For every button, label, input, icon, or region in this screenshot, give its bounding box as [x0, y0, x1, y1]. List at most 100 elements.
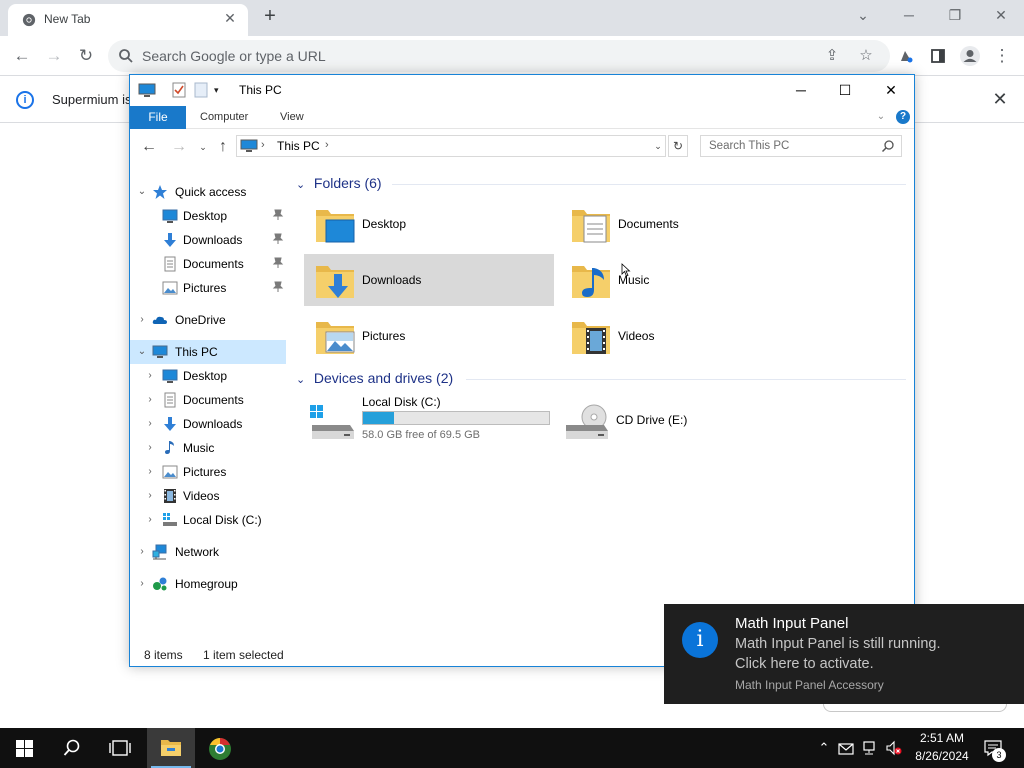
chevron-right-icon[interactable]: ›	[144, 393, 156, 407]
sidebar-item-quick-access[interactable]: ⌄ Quick access	[130, 180, 286, 204]
folder-tile-music[interactable]: Music	[560, 254, 810, 306]
up-arrow-icon[interactable]: ↑	[214, 138, 232, 156]
sidebar-item-qa-downloads[interactable]: Downloads	[130, 228, 286, 252]
help-icon[interactable]: ?	[896, 110, 910, 124]
tab-search-icon[interactable]: ⌄	[848, 4, 878, 26]
sidebar-item-qa-desktop[interactable]: Desktop	[130, 204, 286, 228]
sidebar-item-qa-documents[interactable]: Documents	[130, 252, 286, 276]
clock-date[interactable]: 8/26/2024	[910, 749, 974, 763]
side-panel-icon[interactable]	[926, 44, 950, 68]
infobar-close-icon[interactable]: ✕	[990, 89, 1010, 109]
folders-group-header[interactable]: ⌄ Folders (6)	[296, 175, 382, 191]
restore-icon[interactable]: ❐	[940, 4, 970, 26]
tab-new-tab[interactable]: New Tab ✕	[8, 4, 248, 36]
address-location[interactable]: This PC	[277, 139, 320, 153]
search-input[interactable]: Search This PC	[700, 135, 902, 157]
pin-icon[interactable]	[272, 209, 284, 221]
menu-kebab-icon[interactable]: ⋮	[990, 44, 1014, 68]
chevron-right-icon[interactable]: ›	[144, 417, 156, 431]
sidebar-item-this-pc[interactable]: ⌄ This PC	[130, 340, 286, 364]
sidebar-item-pc-documents[interactable]: › Documents	[130, 388, 286, 412]
omnibox[interactable]: Search Google or type a URL ⇪ ☆	[108, 40, 890, 72]
notification-count-badge: 3	[992, 748, 1006, 762]
drive-tile-cd-drive[interactable]: CD Drive (E:)	[564, 395, 764, 447]
back-arrow-icon[interactable]: ←	[10, 44, 34, 68]
properties-icon[interactable]	[172, 82, 186, 98]
chevron-right-icon[interactable]: ›	[144, 369, 156, 383]
sidebar-item-pc-downloads[interactable]: › Downloads	[130, 412, 286, 436]
sidebar-item-pc-local-disk[interactable]: › Local Disk (C:)	[130, 508, 286, 532]
chevron-down-icon[interactable]: ⌄	[296, 373, 310, 386]
pin-icon[interactable]	[272, 281, 284, 293]
sidebar-item-qa-pictures[interactable]: Pictures	[130, 276, 286, 300]
chevron-right-icon[interactable]: ›	[144, 513, 156, 527]
clock-time[interactable]: 2:51 AM	[912, 731, 972, 745]
qat-dropdown-icon[interactable]: ▾	[214, 82, 226, 98]
chevron-right-icon[interactable]: ›	[325, 139, 329, 151]
sidebar-item-network[interactable]: › Network	[130, 540, 286, 564]
tab-computer[interactable]: Computer	[200, 106, 248, 129]
share-icon[interactable]: ⇪	[822, 46, 842, 66]
chevron-right-icon[interactable]: ›	[136, 313, 148, 327]
back-arrow-icon[interactable]: ←	[140, 138, 158, 156]
recent-locations-icon[interactable]: ⌄	[194, 138, 212, 156]
chevron-right-icon[interactable]: ›	[136, 545, 148, 559]
chevron-down-icon[interactable]: ⌄	[136, 345, 148, 359]
chevron-right-icon[interactable]: ›	[144, 489, 156, 503]
chevron-down-icon[interactable]: ⌄	[136, 185, 148, 199]
tab-file[interactable]: File	[130, 106, 186, 129]
close-icon[interactable]: ✕	[868, 75, 914, 105]
folder-label: Desktop	[362, 217, 407, 231]
toast-notification[interactable]: i Math Input Panel Math Input Panel is s…	[664, 604, 1024, 704]
sidebar-item-pc-videos[interactable]: › Videos	[130, 484, 286, 508]
refresh-icon[interactable]: ↻	[668, 135, 688, 157]
chevron-right-icon[interactable]: ›	[261, 139, 265, 151]
volume-muted-icon[interactable]	[886, 740, 902, 756]
reload-icon[interactable]: ↻	[74, 44, 98, 68]
sidebar-item-homegroup[interactable]: › Homegroup	[130, 572, 286, 596]
extensions-icon[interactable]	[894, 44, 918, 68]
mail-icon[interactable]	[838, 740, 854, 756]
sidebar-item-pc-pictures[interactable]: › Pictures	[130, 460, 286, 484]
chevron-right-icon[interactable]: ›	[136, 577, 148, 591]
forward-arrow-icon[interactable]: →	[42, 44, 66, 68]
network-status-icon[interactable]	[862, 740, 878, 756]
close-icon[interactable]: ✕	[986, 4, 1016, 26]
search-button[interactable]	[48, 728, 96, 768]
pin-icon[interactable]	[272, 233, 284, 245]
address-bar[interactable]: › This PC › ⌄	[236, 135, 666, 157]
drive-tile-local-disk[interactable]: Local Disk (C:) 58.0 GB free of 69.5 GB	[310, 395, 550, 447]
folder-tile-downloads[interactable]: Downloads	[304, 254, 554, 306]
pin-icon[interactable]	[272, 257, 284, 269]
sidebar-item-pc-desktop[interactable]: › Desktop	[130, 364, 286, 388]
devices-group-header[interactable]: ⌄ Devices and drives (2)	[296, 370, 453, 386]
sidebar-item-pc-music[interactable]: › Music	[130, 436, 286, 460]
folder-tile-pictures[interactable]: Pictures	[304, 310, 554, 362]
maximize-icon[interactable]: ☐	[822, 75, 868, 105]
start-button[interactable]	[0, 728, 48, 768]
minimize-icon[interactable]: ─	[778, 75, 824, 105]
folder-tile-desktop[interactable]: Desktop	[304, 198, 554, 250]
new-tab-button[interactable]: +	[258, 6, 282, 28]
taskbar-file-explorer[interactable]	[147, 728, 195, 768]
music-note-icon	[165, 441, 174, 454]
folder-tile-documents[interactable]: Documents	[560, 198, 810, 250]
folder-tile-videos[interactable]: Videos	[560, 310, 810, 362]
task-view-button[interactable]	[96, 728, 144, 768]
tab-view[interactable]: View	[280, 106, 304, 129]
chevron-right-icon[interactable]: ›	[144, 465, 156, 479]
tab-close-icon[interactable]: ✕	[222, 10, 238, 26]
taskbar-chrome[interactable]	[196, 728, 244, 768]
new-folder-icon[interactable]	[194, 82, 208, 98]
bookmark-star-icon[interactable]: ☆	[856, 46, 876, 66]
minimize-icon[interactable]: ─	[894, 4, 924, 26]
chevron-right-icon[interactable]: ›	[144, 441, 156, 455]
sidebar-item-onedrive[interactable]: › OneDrive	[130, 308, 286, 332]
profile-avatar-icon[interactable]	[958, 44, 982, 68]
expand-ribbon-icon[interactable]: ⌄	[874, 110, 888, 124]
chevron-up-icon[interactable]: ⌃	[816, 740, 832, 756]
forward-arrow-icon[interactable]: →	[170, 138, 188, 156]
chevron-down-icon[interactable]: ⌄	[651, 138, 665, 154]
toast-message: Math Input Panel is still running.	[735, 636, 941, 652]
chevron-down-icon[interactable]: ⌄	[296, 178, 310, 191]
